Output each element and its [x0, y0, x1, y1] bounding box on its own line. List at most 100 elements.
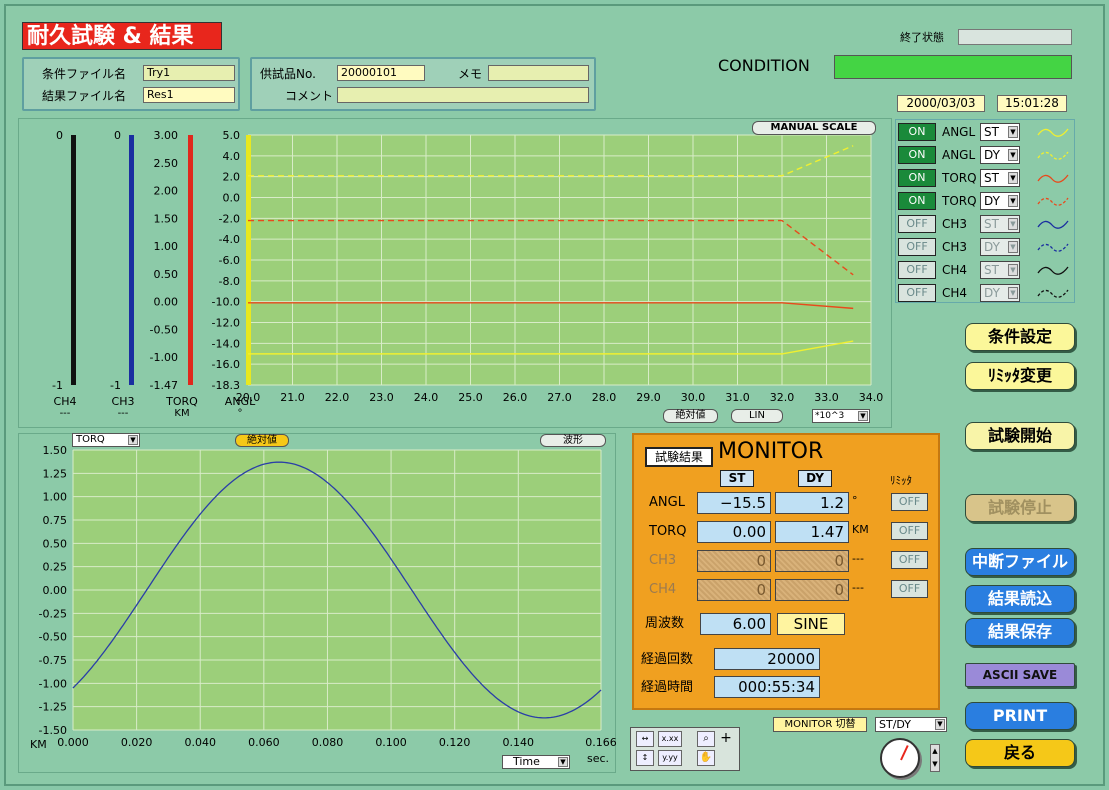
torq-tick-label: 0.50 [154, 268, 179, 281]
x-scale-select[interactable]: *10^3 ▼ [812, 409, 870, 423]
pan-hand-icon[interactable]: ✋ [697, 750, 715, 766]
channel-mode-select[interactable]: DY ▼ [980, 238, 1020, 256]
channel-toggle-button[interactable]: ON [898, 123, 936, 141]
wave-type-value: SINE [777, 613, 845, 635]
waveform-button[interactable]: 波形 [540, 434, 606, 447]
limiter-change-button[interactable]: ﾘﾐｯﾀ変更 [965, 362, 1075, 390]
channel-legend-swatch [1037, 174, 1069, 183]
channel-mode-value: ST [984, 125, 999, 139]
condition-setting-button[interactable]: 条件設定 [965, 323, 1075, 351]
channel-toggle-button[interactable]: OFF [898, 238, 936, 256]
x-tick-label: 27.0 [547, 391, 572, 404]
limiter-toggle-button[interactable]: OFF [891, 522, 928, 540]
limiter-toggle-button[interactable]: OFF [891, 551, 928, 569]
channel-mode-select[interactable]: DY ▼ [980, 146, 1020, 164]
abs-value-button[interactable]: 絶対値 [663, 409, 718, 423]
chevron-down-icon: ▼ [1008, 126, 1018, 138]
channel-toggle-button[interactable]: OFF [898, 215, 936, 233]
legend-curve [1037, 243, 1069, 252]
manual-scale-button[interactable]: MANUAL SCALE [752, 121, 876, 135]
monitor-st-value: −15.5 [697, 492, 771, 514]
x-tick-label: 31.0 [725, 391, 750, 404]
channel-mode-select[interactable]: ST ▼ [980, 123, 1020, 141]
channel-mode-value: DY [984, 286, 1000, 300]
autoscale-y-icon[interactable]: ↕ [636, 750, 654, 766]
x-tick-label: 30.0 [681, 391, 706, 404]
wave-channel-select[interactable]: TORQ ▼ [72, 433, 140, 447]
chevron-down-icon: ▼ [558, 757, 568, 767]
load-result-button[interactable]: 結果読込 [965, 585, 1075, 613]
print-button[interactable]: PRINT [965, 702, 1075, 730]
angl-tick-label: -8.0 [219, 275, 240, 288]
chevron-down-icon: ▼ [128, 435, 138, 445]
channel-name: ANGL [942, 148, 976, 162]
chevron-down-icon: ▼ [1008, 264, 1018, 276]
x-unit-label: sec. [587, 752, 609, 765]
comment-label: コメント [285, 89, 334, 103]
stop-test-button: 試験停止 [965, 494, 1075, 522]
channel-toggle-button[interactable]: OFF [898, 261, 936, 279]
memo-field[interactable] [488, 65, 589, 81]
start-test-button[interactable]: 試験開始 [965, 422, 1075, 450]
x-axis-select[interactable]: Time ▼ [502, 755, 570, 769]
channel-mode-select[interactable]: DY ▼ [980, 192, 1020, 210]
zoom-icon[interactable]: ⌕ [697, 731, 715, 747]
save-result-button[interactable]: 結果保存 [965, 618, 1075, 646]
monitor-dy-value: 0 [775, 579, 849, 601]
axis-name: TORQ [165, 395, 198, 408]
interrupt-file-button[interactable]: 中断ファイル [965, 548, 1075, 576]
y-tick-label: 1.00 [43, 491, 68, 504]
y-format-icon[interactable]: y.yy [658, 750, 682, 766]
monitor-switch-label: MONITOR 切替 [773, 717, 867, 732]
channel-mode-value: DY [984, 148, 1000, 162]
result-file-field[interactable]: Res1 [143, 87, 235, 103]
limiter-toggle-button[interactable]: OFF [891, 580, 928, 598]
torq-tick-label: 2.00 [154, 185, 179, 198]
axis-bar [246, 135, 251, 385]
legend-curve [1037, 174, 1069, 183]
comment-field[interactable] [337, 87, 589, 103]
channel-mode-select[interactable]: ST ▼ [980, 215, 1020, 233]
end-status-field [958, 29, 1072, 45]
date-display: 2000/03/03 [897, 95, 985, 112]
speed-knob-icon[interactable] [880, 738, 920, 778]
channel-toggle-button[interactable]: ON [898, 169, 936, 187]
angl-tick-label: -14.0 [212, 337, 240, 350]
autoscale-x-icon[interactable]: ↔ [636, 731, 654, 747]
monitor-switch-select[interactable]: ST/DY ▼ [875, 717, 947, 732]
axis-unit: ° [238, 408, 243, 419]
back-button[interactable]: 戻る [965, 739, 1075, 767]
monitor-st-value: 0 [697, 550, 771, 572]
monitor-unit: ° [852, 494, 858, 507]
x-tick-label: 24.0 [414, 391, 439, 404]
channel-mode-select[interactable]: DY ▼ [980, 284, 1020, 302]
cycles-label: 経過回数 [641, 652, 694, 667]
ascii-save-button[interactable]: ASCII SAVE [965, 663, 1075, 687]
st-header: ST [720, 470, 754, 487]
channel-toggle-button[interactable]: OFF [898, 284, 936, 302]
channel-name: CH3 [942, 217, 968, 231]
test-result-button[interactable]: 試験結果 [645, 447, 713, 467]
legend-curve [1037, 266, 1069, 275]
angl-tick-label: 2.0 [223, 171, 241, 184]
lin-button[interactable]: LIN [731, 409, 783, 423]
channel-mode-value: ST [984, 171, 999, 185]
channel-mode-select[interactable]: ST ▼ [980, 169, 1020, 187]
channel-legend-swatch [1037, 289, 1069, 298]
wave-abs-button[interactable]: 絶対値 [235, 434, 289, 447]
channel-mode-select[interactable]: ST ▼ [980, 261, 1020, 279]
condition-indicator [834, 55, 1072, 79]
dy-header: DY [798, 470, 832, 487]
cond-file-field[interactable]: Try1 [143, 65, 235, 81]
limiter-toggle-button[interactable]: OFF [891, 493, 928, 511]
chevron-down-icon: ▼ [858, 411, 868, 421]
cond-file-label: 条件ファイル名 [42, 67, 127, 81]
channel-toggle-button[interactable]: ON [898, 192, 936, 210]
y-tick-label: 1.50 [43, 444, 68, 457]
x-format-icon[interactable]: x.xx [658, 731, 682, 747]
crosshair-icon[interactable]: + [717, 731, 735, 747]
monitor-unit: --- [852, 581, 864, 594]
knob-stepper[interactable]: ▲ ▼ [930, 744, 940, 772]
specimen-no-field[interactable]: 20000101 [337, 65, 425, 81]
channel-toggle-button[interactable]: ON [898, 146, 936, 164]
